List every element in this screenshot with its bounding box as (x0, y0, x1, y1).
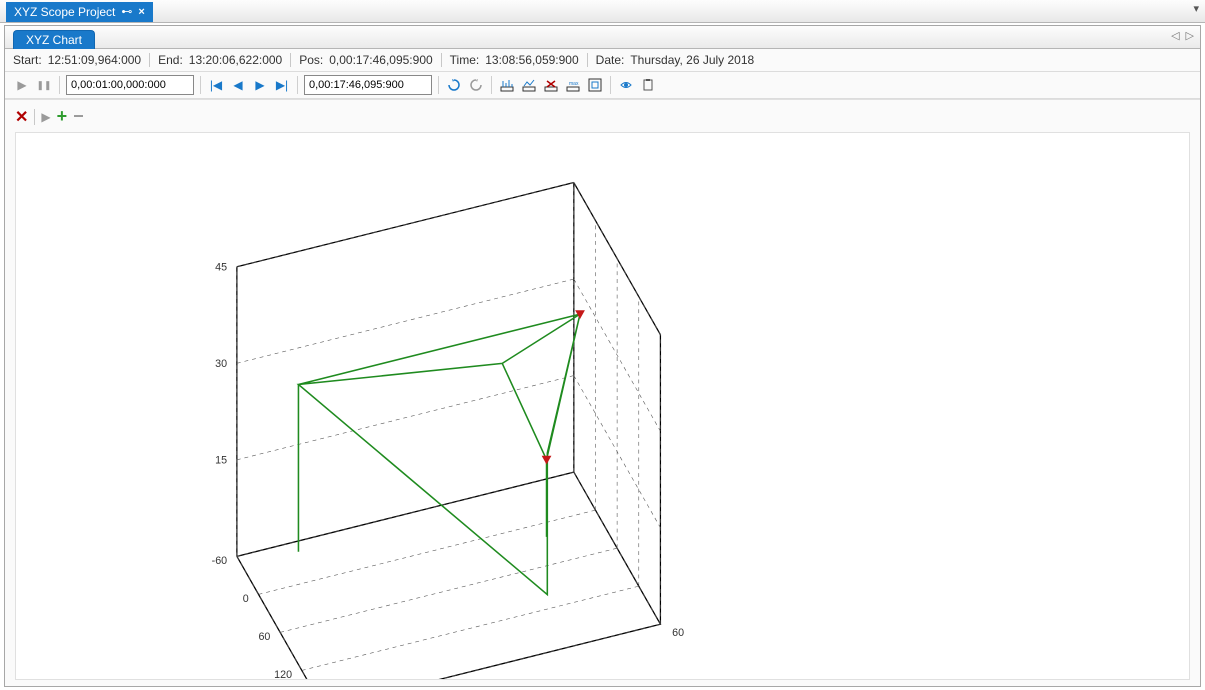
remove-trace-button[interactable]: − (73, 106, 84, 127)
chart-area: ✕ ▶ + − 153045-60060120180-6060 (5, 99, 1200, 686)
pause-button[interactable]: ❚❚ (35, 76, 53, 94)
xyz-3d-chart[interactable]: 153045-60060120180-6060 (15, 132, 1190, 680)
dock-tab-xyz-scope-project[interactable]: XYZ Scope Project ⊷ × (6, 2, 153, 22)
delete-trace-button[interactable]: ✕ (15, 107, 28, 127)
clipboard-button[interactable] (639, 76, 657, 94)
first-button[interactable]: |◀ (207, 76, 225, 94)
max-button[interactable]: max (564, 76, 582, 94)
end-label: End: (158, 53, 183, 67)
pos-value: 0,00:17:46,095:900 (329, 53, 432, 67)
time-info-bar: Start: 12:51:09,964:000 End: 13:20:06,62… (5, 49, 1200, 72)
close-icon[interactable]: × (138, 7, 144, 18)
tab-scroll-right-icon[interactable]: ▷ (1186, 29, 1194, 42)
last-button[interactable]: ▶| (273, 76, 291, 94)
window-menu-chevron-icon[interactable]: ▾ (1193, 2, 1199, 15)
svg-text:60: 60 (672, 627, 684, 639)
svg-text:15: 15 (215, 455, 227, 467)
prev-button[interactable]: ◀ (229, 76, 247, 94)
date-label: Date: (596, 53, 625, 67)
add-trace-button[interactable]: + (57, 106, 68, 127)
svg-text:60: 60 (258, 631, 270, 643)
svg-text:30: 30 (215, 358, 227, 370)
playback-toolbar: ▶ ❚❚ |◀ ◀ ▶ ▶| max (5, 72, 1200, 99)
tab-scroll-left-icon[interactable]: ◁ (1171, 29, 1179, 42)
svg-text:-60: -60 (212, 555, 228, 567)
svg-text:120: 120 (274, 669, 292, 679)
options-1-button[interactable] (498, 76, 516, 94)
next-button[interactable]: ▶ (251, 76, 269, 94)
run-once-icon[interactable]: ▶ (41, 110, 50, 124)
chart-local-toolbar: ✕ ▶ + − (15, 106, 84, 127)
clear-chart-button[interactable] (542, 76, 560, 94)
pos-label: Pos: (299, 53, 323, 67)
step-input[interactable] (66, 75, 194, 95)
chart-tab-strip: XYZ Chart ◁ ▷ (5, 26, 1200, 49)
view-button[interactable] (617, 76, 635, 94)
fit-button[interactable] (586, 76, 604, 94)
tab-xyz-chart[interactable]: XYZ Chart (13, 30, 95, 49)
play-button[interactable]: ▶ (13, 76, 31, 94)
tab-label: XYZ Chart (26, 33, 82, 47)
date-value: Thursday, 26 July 2018 (630, 53, 754, 67)
undo-button[interactable] (445, 76, 463, 94)
start-value: 12:51:09,964:000 (48, 53, 141, 67)
dock-tab-strip: XYZ Scope Project ⊷ × ▾ (0, 0, 1205, 23)
pin-icon[interactable]: ⊷ (121, 7, 132, 18)
end-value: 13:20:06,622:000 (189, 53, 282, 67)
options-2-button[interactable] (520, 76, 538, 94)
panel-container: XYZ Chart ◁ ▷ Start: 12:51:09,964:000 En… (4, 25, 1201, 687)
start-label: Start: (13, 53, 42, 67)
svg-text:max: max (569, 81, 579, 87)
svg-text:45: 45 (215, 262, 227, 274)
svg-text:0: 0 (243, 593, 249, 605)
dock-tab-title: XYZ Scope Project (14, 5, 115, 19)
position-input[interactable] (304, 75, 432, 95)
redo-button[interactable] (467, 76, 485, 94)
time-label: Time: (450, 53, 480, 67)
time-value: 13:08:56,059:900 (485, 53, 578, 67)
